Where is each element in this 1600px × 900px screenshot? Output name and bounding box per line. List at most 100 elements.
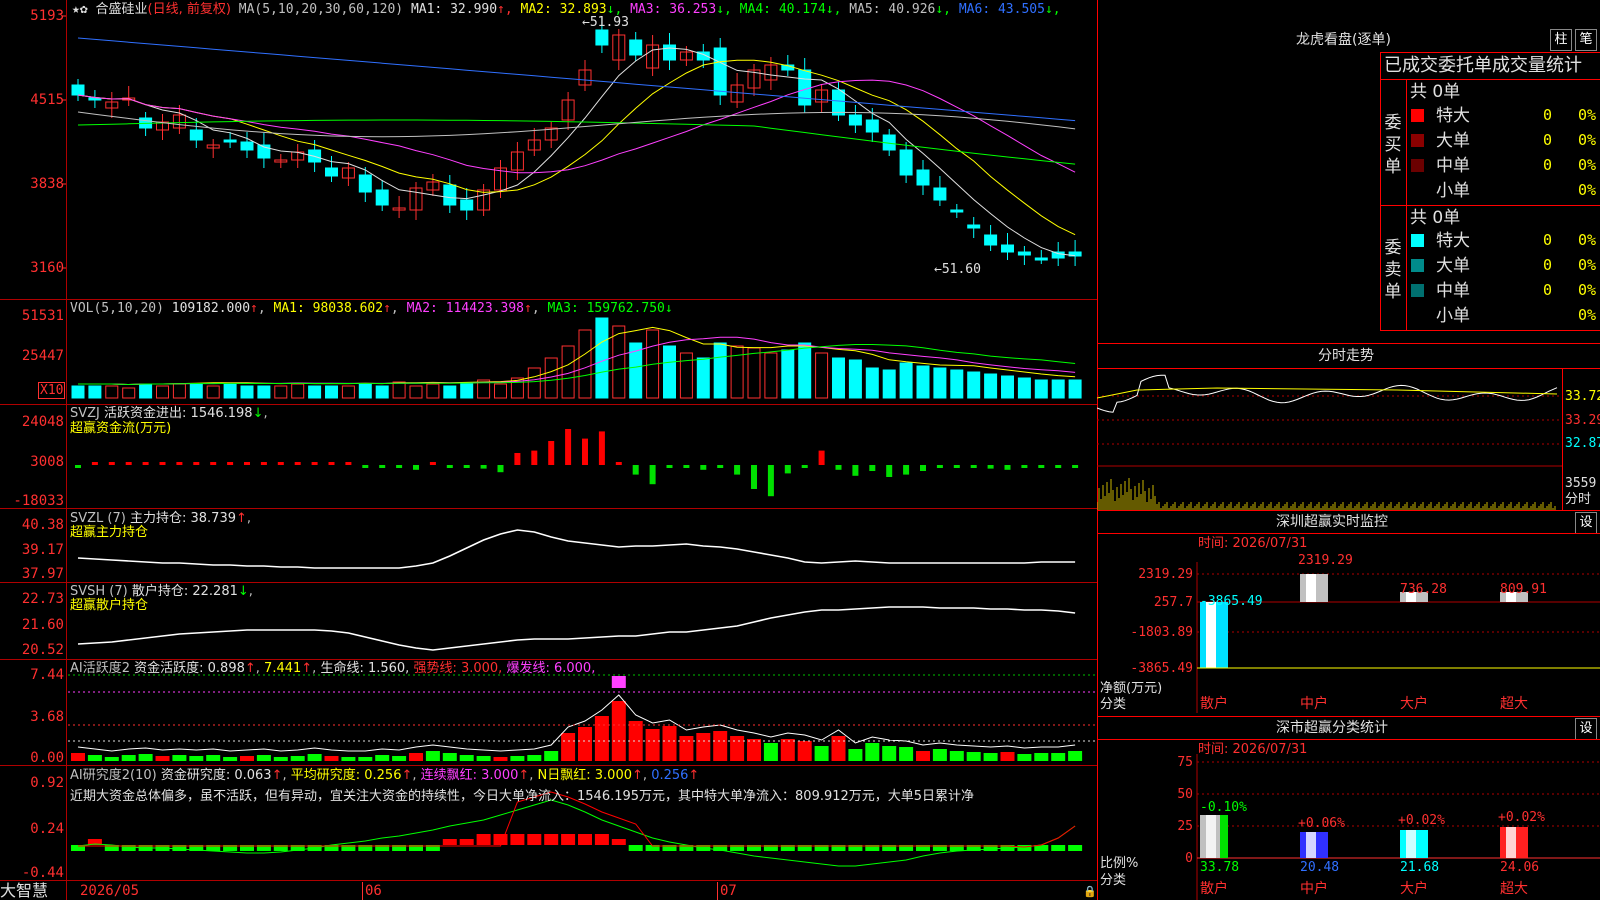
volume-bar <box>156 385 169 399</box>
ai1-bar <box>510 756 525 761</box>
ai1-axis-label: 7.44 <box>30 667 64 683</box>
price-low-marker: ←51.60 <box>934 262 981 277</box>
ai1-bar <box>223 757 238 761</box>
ss-bar-highlight <box>1506 827 1516 858</box>
svzj-bar <box>210 462 217 465</box>
ai2-bar <box>1051 845 1066 851</box>
period-label[interactable]: (日线, 前复权) <box>148 2 231 17</box>
ai1-bar <box>476 756 491 761</box>
ma-value-3: MA3: 36.253 <box>622 2 717 17</box>
candle-body <box>71 84 85 96</box>
sell-row-label: 小单 <box>1436 306 1470 326</box>
sell-row-label: 中单 <box>1436 281 1470 301</box>
tick-mode-button[interactable]: 笔 <box>1575 29 1597 51</box>
sz-axis-label: -1803.89 <box>1130 625 1193 640</box>
ai2-axis-label: -0.44 <box>21 865 64 881</box>
candle-body <box>865 119 879 133</box>
svzj-bar <box>311 462 318 465</box>
candle-body <box>984 234 998 246</box>
stock-name[interactable]: 合盛硅业 <box>95 2 147 17</box>
ma-values: MA1: 32.990↑, MA2: 32.893↓, MA3: 36.253↓… <box>411 2 1061 17</box>
svzj-bar <box>413 465 419 470</box>
kline-chart[interactable] <box>0 0 1097 900</box>
volume-bar <box>832 357 845 399</box>
volume-bar <box>223 383 237 399</box>
ai1-bar <box>831 736 846 761</box>
buy-row-count: 0 <box>1543 131 1553 149</box>
ai2-axis-label: 0.92 <box>30 775 64 791</box>
bar-mode-button[interactable]: 柱 <box>1550 29 1572 51</box>
ai1-bar <box>138 754 153 761</box>
ai1-bar <box>442 753 457 761</box>
separator <box>1097 343 1600 344</box>
ai1-bar <box>814 746 829 761</box>
sz-bar-chart: 2319.29 257.7 -1803.89 -3865.49 <box>1130 562 1600 713</box>
svsh-axis-label: 22.73 <box>21 591 64 607</box>
volume-bar <box>663 345 676 399</box>
ai1-bar <box>104 757 119 761</box>
separator <box>1380 52 1381 330</box>
svzj-bar <box>125 462 132 465</box>
svzj-bar <box>108 462 115 465</box>
ai1-strongline: 强势线: 3.000, <box>413 661 503 676</box>
sz-category: 大户 <box>1400 696 1428 712</box>
ai1-bar <box>459 755 474 761</box>
vol-ma3: MA3: 159762.750 <box>547 301 665 316</box>
buy-row-count: 0 <box>1543 156 1553 174</box>
sz-bar-value: 736.28 <box>1400 582 1447 597</box>
candle-body <box>629 39 643 56</box>
ai1-bar <box>966 752 981 761</box>
svzj-bars <box>75 429 1079 497</box>
volume-bar <box>460 383 474 399</box>
ma-arrow: ↓, <box>1044 2 1061 17</box>
candle-body <box>848 114 862 126</box>
ai2-bar <box>578 834 592 845</box>
price-axis-label: 3160 <box>30 260 64 276</box>
volume-bar <box>325 385 338 399</box>
sz-settings-button[interactable]: 设 <box>1575 512 1597 534</box>
sz-category: 散户 <box>1200 696 1228 712</box>
svzj-axis-label: 3008 <box>30 454 64 470</box>
ai2-bar <box>1017 845 1032 851</box>
ai1-bar <box>544 751 559 761</box>
svzj-bar <box>244 462 250 465</box>
volume-bar <box>139 383 153 399</box>
svzj-bar <box>751 465 757 489</box>
volume-bar <box>696 357 710 399</box>
ss-bar-highlight <box>1206 815 1216 858</box>
ai1-label: AI活跃度2 <box>70 661 130 676</box>
header-line: ★✿ 合盛硅业(日线, 前复权) MA(5,10,20,30,60,120) M… <box>72 2 1061 17</box>
separator <box>1097 716 1600 717</box>
ai2-bar <box>611 839 626 845</box>
ss-settings-button[interactable]: 设 <box>1575 718 1597 740</box>
buy-total: 共 0单 <box>1410 82 1461 102</box>
volume-bar <box>595 317 609 399</box>
vol-unit-badge: X10 <box>38 382 66 399</box>
candle-body <box>933 187 947 201</box>
sz-category: 超大 <box>1500 696 1528 712</box>
ss-category: 散户 <box>1200 881 1228 897</box>
volume-bar <box>308 385 322 399</box>
svzj-bar <box>1055 465 1062 468</box>
sz-bar-highlight <box>1306 574 1316 602</box>
svzj-bar <box>294 462 301 465</box>
intraday-chart[interactable] <box>1097 368 1562 510</box>
date-tick <box>362 882 363 900</box>
svzj-bar <box>784 465 791 474</box>
ai1-bar <box>628 721 643 761</box>
sell-row-count: 0 <box>1543 281 1553 299</box>
svzj-bar <box>362 465 369 468</box>
svzj-bar <box>463 465 470 468</box>
volume-bar <box>527 367 541 399</box>
svzl-header: SVZL (7) 主力持仓: 38.739↑, <box>70 511 252 526</box>
ai1-bar <box>256 755 271 761</box>
ai1-bar <box>358 757 373 761</box>
ai2-bar <box>594 834 609 845</box>
lock-icon[interactable]: 🔒 <box>1083 884 1097 899</box>
sz-axis-label: 2319.29 <box>1138 567 1193 582</box>
ai2-research: 资金研究度: 0.063 <box>160 768 272 783</box>
volume-bar <box>882 369 896 399</box>
ai1-bar <box>747 739 761 761</box>
vol-ma2: MA2: 114423.398 <box>406 301 524 316</box>
svzj-bar <box>142 462 149 465</box>
